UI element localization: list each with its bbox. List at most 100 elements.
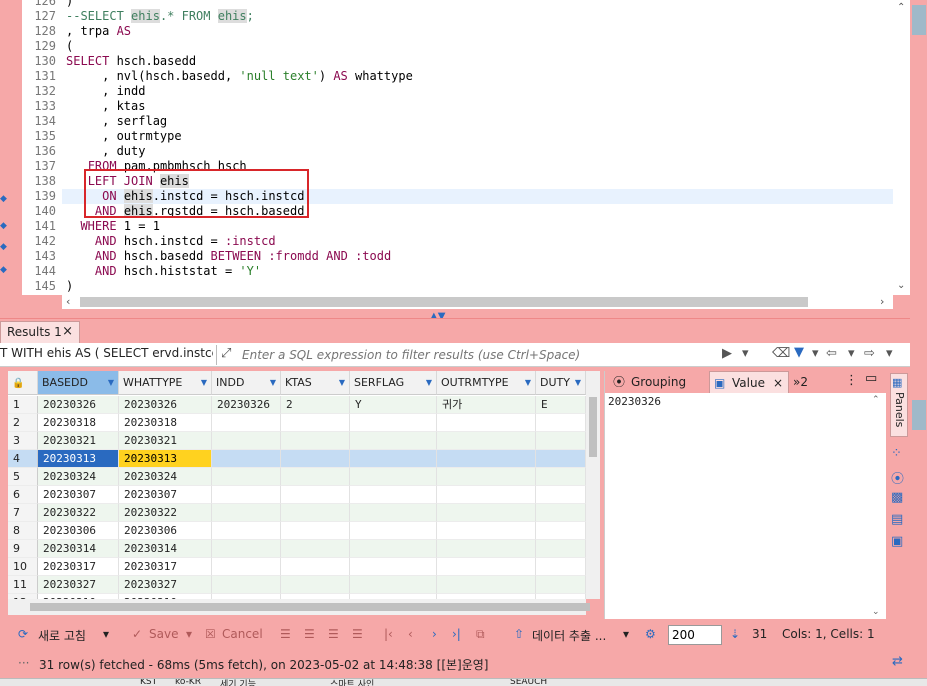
table-row[interactable]: 3 20230321 20230321 bbox=[8, 432, 586, 450]
column-filter-icon[interactable]: ▼ bbox=[270, 371, 276, 395]
scroll-thumb[interactable] bbox=[80, 297, 808, 307]
table-cell[interactable] bbox=[437, 432, 536, 450]
table-cell[interactable] bbox=[437, 468, 536, 486]
column-header-duty[interactable]: DUTY ▼ bbox=[536, 371, 586, 395]
taskbar-item[interactable]: ko-KR bbox=[175, 679, 201, 686]
column-filter-icon[interactable]: ▼ bbox=[525, 371, 531, 395]
row-number[interactable]: 6 bbox=[8, 486, 38, 504]
table-cell[interactable] bbox=[350, 414, 437, 432]
chevron-down-icon[interactable]: ▾ bbox=[103, 627, 109, 641]
table-cell[interactable] bbox=[536, 468, 586, 486]
table-cell[interactable] bbox=[281, 414, 350, 432]
table-cell[interactable] bbox=[536, 540, 586, 558]
table-row[interactable]: 7 20230322 20230322 bbox=[8, 504, 586, 522]
code-line[interactable]: , ktas bbox=[66, 99, 893, 114]
row-number[interactable]: 10 bbox=[8, 558, 38, 576]
play-icon[interactable]: ▶ bbox=[722, 346, 732, 361]
column-filter-icon[interactable]: ▼ bbox=[201, 371, 207, 395]
results-grid[interactable]: 🔒 BASEDD ▼ WHATTYPE ▼ INDD ▼ KTAS ▼ SERFLAG ▼ OUTRM… bbox=[8, 371, 586, 599]
scroll-thumb[interactable] bbox=[589, 397, 597, 457]
code-line[interactable]: AND hsch.instcd = :instcd bbox=[66, 234, 893, 249]
table-cell[interactable] bbox=[212, 504, 281, 522]
tab-grouping[interactable]: ⦿ Grouping bbox=[609, 371, 707, 393]
code-line[interactable]: ) bbox=[66, 0, 893, 9]
grid-horizontal-scrollbar[interactable] bbox=[8, 599, 590, 615]
row-number[interactable]: 1 bbox=[8, 396, 38, 414]
chevron-down-icon[interactable]: ▾ bbox=[186, 627, 192, 641]
table-cell[interactable]: 20230327 bbox=[38, 576, 119, 594]
grid-icon[interactable]: ▩ bbox=[891, 490, 907, 506]
table-cell[interactable]: 20230314 bbox=[119, 540, 212, 558]
table-row[interactable]: 9 20230314 20230314 bbox=[8, 540, 586, 558]
table-cell[interactable] bbox=[437, 522, 536, 540]
scroll-down-icon[interactable]: ⌄ bbox=[897, 280, 905, 291]
code-line[interactable]: , outrmtype bbox=[66, 129, 893, 144]
table-cell[interactable]: 20230317 bbox=[119, 558, 212, 576]
sql-editor[interactable]: ◆ ◆ ◆ ◆ 126 127 128 129 130 131 132 133 134 135 13… bbox=[0, 0, 910, 312]
table-row[interactable]: 6 20230307 20230307 bbox=[8, 486, 586, 504]
table-cell[interactable]: 20230326 bbox=[212, 396, 281, 414]
table-cell[interactable] bbox=[350, 576, 437, 594]
taskbar-item[interactable]: KST bbox=[140, 679, 157, 686]
refresh-icon[interactable]: ⟳ bbox=[18, 627, 28, 641]
table-cell[interactable]: 20230322 bbox=[38, 504, 119, 522]
fetch-all-icon[interactable]: ⧉ bbox=[476, 627, 485, 642]
table-cell[interactable] bbox=[281, 468, 350, 486]
editor-horizontal-scrollbar[interactable]: ‹ › bbox=[62, 295, 893, 309]
table-cell[interactable] bbox=[536, 486, 586, 504]
gear-icon[interactable]: ⚙ bbox=[645, 627, 656, 641]
table-cell[interactable] bbox=[350, 450, 437, 468]
scroll-down-icon[interactable]: ⌄ bbox=[872, 607, 880, 617]
code-line[interactable]: AND hsch.histstat = 'Y' bbox=[66, 264, 893, 279]
table-cell[interactable]: 20230321 bbox=[119, 432, 212, 450]
code-line[interactable]: --SELECT ehis.* FROM ehis; bbox=[66, 9, 893, 24]
table-cell[interactable] bbox=[212, 486, 281, 504]
row-number[interactable]: 8 bbox=[8, 522, 38, 540]
panel-toggle-icon[interactable]: ⇄ bbox=[892, 654, 903, 669]
code-line[interactable]: , serflag bbox=[66, 114, 893, 129]
grouping-icon[interactable]: ⦿ bbox=[891, 468, 907, 487]
scroll-thumb[interactable] bbox=[30, 603, 590, 611]
row-number[interactable]: 4 bbox=[8, 450, 38, 468]
column-header-basedd[interactable]: BASEDD ▼ bbox=[38, 371, 119, 395]
value-scrollbar[interactable]: ⌃ ⌄ bbox=[872, 395, 884, 617]
table-cell[interactable]: 20230313 bbox=[119, 450, 212, 468]
table-cell[interactable]: 20230324 bbox=[119, 468, 212, 486]
table-row[interactable]: 5 20230324 20230324 bbox=[8, 468, 586, 486]
table-cell[interactable] bbox=[536, 558, 586, 576]
row-number[interactable]: 3 bbox=[8, 432, 38, 450]
eraser-icon[interactable]: ⌫ bbox=[772, 346, 790, 361]
grid-corner[interactable]: 🔒 bbox=[8, 371, 38, 395]
code-line[interactable]: , indd bbox=[66, 84, 893, 99]
cancel-button[interactable]: Cancel bbox=[222, 627, 263, 641]
column-header-outrmtype[interactable]: OUTRMTYPE ▼ bbox=[437, 371, 536, 395]
scroll-right-icon[interactable]: › bbox=[880, 295, 884, 308]
row-number[interactable]: 9 bbox=[8, 540, 38, 558]
column-header-ktas[interactable]: KTAS ▼ bbox=[281, 371, 350, 395]
table-cell[interactable] bbox=[536, 504, 586, 522]
table-cell[interactable] bbox=[536, 414, 586, 432]
table-cell[interactable] bbox=[437, 486, 536, 504]
column-filter-icon[interactable]: ▼ bbox=[426, 371, 432, 395]
chevron-down-icon[interactable]: ▾ bbox=[848, 346, 855, 361]
table-cell[interactable]: Y bbox=[350, 396, 437, 414]
editor-vertical-scrollbar[interactable]: ⌃ ⌄ bbox=[893, 0, 910, 295]
more-options-icon[interactable]: ⋮ bbox=[845, 373, 858, 388]
code-line[interactable]: WHERE 1 = 1 bbox=[66, 219, 893, 234]
code-line[interactable]: , nvl(hsch.basedd, 'null text') AS whatt… bbox=[66, 69, 893, 84]
table-row[interactable]: 2 20230318 20230318 bbox=[8, 414, 586, 432]
table-cell[interactable] bbox=[350, 432, 437, 450]
tab-value[interactable]: ▣ Value × bbox=[709, 371, 789, 393]
table-cell[interactable] bbox=[536, 450, 586, 468]
filter-icon[interactable]: ▼ bbox=[794, 345, 804, 360]
table-cell[interactable] bbox=[212, 522, 281, 540]
close-icon[interactable]: × bbox=[773, 372, 783, 394]
table-cell[interactable] bbox=[212, 414, 281, 432]
table-cell[interactable] bbox=[212, 450, 281, 468]
table-cell[interactable] bbox=[437, 540, 536, 558]
close-icon[interactable]: × bbox=[62, 324, 73, 339]
row-number[interactable]: 5 bbox=[8, 468, 38, 486]
table-cell[interactable]: 20230317 bbox=[38, 558, 119, 576]
table-cell[interactable]: 20230314 bbox=[38, 540, 119, 558]
minimize-icon[interactable]: ▭ bbox=[865, 371, 877, 386]
